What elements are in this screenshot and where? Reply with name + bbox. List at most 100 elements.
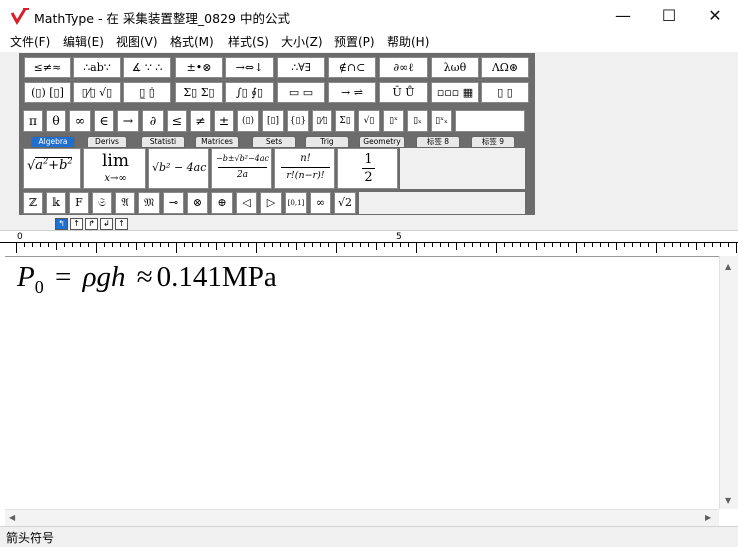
tab-sets[interactable]: Sets [252, 136, 296, 148]
fences-palette-button[interactable]: (▯) [▯] [24, 82, 71, 103]
less-equal-symbol-button[interactable]: ≤ [167, 110, 187, 132]
operators-palette-button[interactable]: ±•⊗ [175, 57, 223, 78]
perm-numerator: n! [300, 153, 311, 164]
infinity-bottom-symbol-button[interactable]: ∞ [310, 192, 331, 214]
maximize-button[interactable]: ☐ [646, 0, 692, 31]
pi-symbol-button[interactable]: π [23, 110, 43, 132]
right-tab-button[interactable]: ↱ [85, 218, 98, 230]
subscript-template-button[interactable]: ▯ₓ [407, 110, 428, 132]
sqrt-template-button[interactable]: √▯ [358, 110, 380, 132]
script-f-symbol-button[interactable]: F [69, 192, 89, 214]
equation-g: g [96, 261, 112, 293]
tab-label-9[interactable]: 标签 9 [471, 136, 515, 148]
menu-edit[interactable]: 编辑(E) [63, 33, 104, 50]
tab-matrices[interactable]: Matrices [195, 136, 239, 148]
parentheses-template-button[interactable]: (▯) [237, 110, 259, 132]
minimize-button[interactable]: — [600, 0, 646, 31]
fraktur-m-symbol-button[interactable]: 𝔐 [138, 192, 160, 214]
scroll-right-icon[interactable]: ▶ [705, 513, 711, 522]
embellishments-palette-button[interactable]: ∡ ∵ ∴ [123, 57, 171, 78]
equation-rho: ρ [82, 261, 97, 293]
boxes-palette-button[interactable]: ▯ ▯ [481, 82, 529, 103]
menu-help[interactable]: 帮助(H) [387, 33, 429, 50]
horizontal-scrollbar[interactable]: ◀ ▶ [5, 509, 719, 527]
relation-tab-button[interactable]: ↲ [100, 218, 113, 230]
integers-symbol-button[interactable]: ℤ [23, 192, 43, 214]
tab-statistics[interactable]: Statisti [141, 136, 185, 148]
menu-format[interactable]: 格式(M) [170, 33, 214, 50]
quadratic-fraction-bar [218, 167, 267, 168]
fractions-radicals-palette-button[interactable]: ▯⁄▯ √▯ [73, 82, 121, 103]
tab-label-8[interactable]: 标签 8 [416, 136, 460, 148]
sqrt-discriminant-label: √b² − 4ac [152, 161, 207, 174]
empty-symbol-slot[interactable] [455, 110, 525, 132]
plus-minus-symbol-button[interactable]: ± [214, 110, 234, 132]
subscripts-palette-button[interactable]: ▯̲ ▯̇ [123, 82, 171, 103]
left-triangle-symbol-button[interactable]: ◁ [236, 192, 257, 214]
circled-times-symbol-button[interactable]: ⊗ [187, 192, 208, 214]
permutation-template[interactable]: n! r!(n−r)! [274, 148, 335, 189]
equation-editor-canvas[interactable]: P0 = ρgh ≈0.141MPa [5, 256, 719, 510]
arrows-palette-button[interactable]: →⇔↓ [225, 57, 274, 78]
sub-superscript-template-button[interactable]: ▯ˣₓ [431, 110, 452, 132]
logic-palette-button[interactable]: ∴∀∃ [277, 57, 325, 78]
sqrt-two-symbol-button[interactable]: √2 [334, 192, 356, 214]
sets-palette-button[interactable]: ∉∩⊂ [328, 57, 376, 78]
limit-template[interactable]: lim x→∞ [83, 148, 146, 189]
scroll-down-icon[interactable]: ▼ [725, 496, 731, 505]
interval-symbol-button[interactable]: [0,1] [285, 192, 307, 214]
greek-upper-palette-button[interactable]: ΛΩ⊛ [481, 57, 529, 78]
right-arrow-symbol-button[interactable]: → [117, 110, 139, 132]
superscript-template-button[interactable]: ▯ˣ [383, 110, 404, 132]
greek-lower-palette-button[interactable]: λωθ [431, 57, 479, 78]
spaces-palette-button[interactable]: ∴ab∵ [73, 57, 121, 78]
quadratic-formula-template[interactable]: −b±√b²−4ac 2a [211, 148, 272, 189]
close-button[interactable]: ✕ [692, 0, 738, 31]
menu-size[interactable]: 大小(Z) [281, 33, 323, 50]
labeled-arrows-palette-button[interactable]: → ⇌ [328, 82, 376, 103]
fraction-template-button[interactable]: ▯⁄▯ [312, 110, 332, 132]
tab-geometry[interactable]: Geometry [359, 136, 405, 148]
sqrt-sum-expression: √a2+b2 [27, 157, 73, 174]
fraktur-s-symbol-button[interactable]: 𝔖 [92, 192, 112, 214]
summation-palette-button[interactable]: Σ▯ Σ▯ [175, 82, 223, 103]
right-triangle-symbol-button[interactable]: ▷ [260, 192, 282, 214]
left-tab-button[interactable]: ↰ [55, 218, 68, 230]
brackets-template-button[interactable]: [▯] [262, 110, 284, 132]
tab-derivs[interactable]: Derivs [87, 136, 127, 148]
ruler-label-five: 5 [396, 232, 402, 242]
perm-fraction-bar [281, 167, 330, 168]
vertical-scrollbar[interactable]: ▲ ▼ [719, 256, 738, 509]
menu-file[interactable]: 文件(F) [10, 33, 50, 50]
integrals-palette-button[interactable]: ∫▯ ∮▯ [225, 82, 274, 103]
products-palette-button[interactable]: Ū Ů [379, 82, 428, 103]
relations-palette-button[interactable]: ≤≠≈ [24, 57, 71, 78]
scroll-left-icon[interactable]: ◀ [9, 513, 15, 522]
bars-palette-button[interactable]: ▭ ▭ [277, 82, 325, 103]
sqrt-discriminant-template[interactable]: √b² − 4ac [148, 148, 209, 189]
center-tab-button[interactable]: ↑ [70, 218, 83, 230]
sqrt-sum-template[interactable]: √a2+b2 [23, 148, 81, 189]
blackboard-k-symbol-button[interactable]: 𝕜 [46, 192, 66, 214]
sum-template-button[interactable]: Σ▯ [335, 110, 355, 132]
ruler[interactable]: 0 5 [0, 230, 738, 257]
not-equal-symbol-button[interactable]: ≠ [190, 110, 211, 132]
theta-symbol-button[interactable]: θ [46, 110, 66, 132]
decimal-tab-button[interactable]: ↑ [115, 218, 128, 230]
matrices-palette-button[interactable]: ▫▫▫ ▦ [431, 82, 479, 103]
half-fraction-template[interactable]: 1 2 [337, 148, 398, 189]
misc-palette-button[interactable]: ∂∞ℓ [379, 57, 428, 78]
menu-preferences[interactable]: 预置(P) [334, 33, 375, 50]
circled-plus-symbol-button[interactable]: ⊕ [211, 192, 233, 214]
menu-view[interactable]: 视图(V) [116, 33, 158, 50]
menu-style[interactable]: 样式(S) [228, 33, 269, 50]
element-of-symbol-button[interactable]: ∈ [94, 110, 114, 132]
partial-symbol-button[interactable]: ∂ [142, 110, 164, 132]
tab-algebra[interactable]: Algebra [31, 136, 75, 148]
scroll-up-icon[interactable]: ▲ [725, 262, 731, 271]
infinity-symbol-button[interactable]: ∞ [69, 110, 91, 132]
tab-trig[interactable]: Trig [305, 136, 349, 148]
braces-template-button[interactable]: {▯} [287, 110, 309, 132]
fraktur-a-symbol-button[interactable]: 𝔄 [115, 192, 135, 214]
multimap-symbol-button[interactable]: ⊸ [163, 192, 184, 214]
